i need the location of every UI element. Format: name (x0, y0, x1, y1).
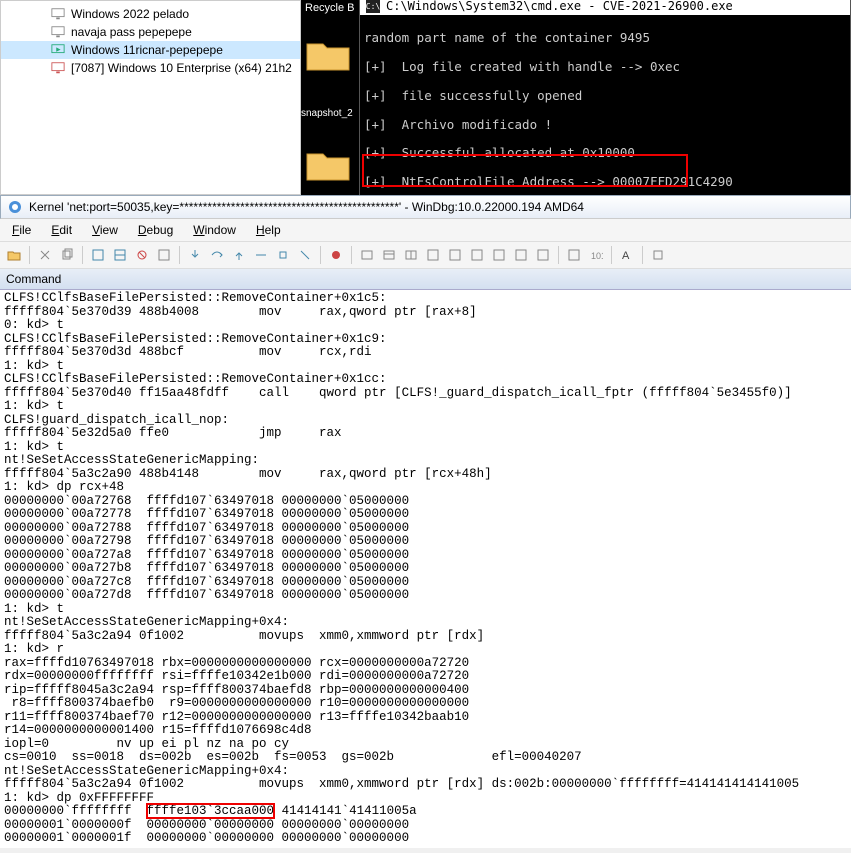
vm-label: Windows 11ricnar-pepepepe (71, 43, 223, 57)
tb-button[interactable] (533, 245, 553, 265)
breakpoint-button[interactable] (326, 245, 346, 265)
step-into-button[interactable] (185, 245, 205, 265)
vm-tree: Windows 2022 pelado navaja pass pepepepe… (0, 0, 301, 195)
display-play-icon (51, 43, 65, 57)
output-text: CLFS!CClfsBaseFilePersisted::RemoveConta… (4, 291, 799, 818)
display-off-icon (51, 61, 65, 75)
vm-item[interactable]: Windows 2022 pelado (1, 5, 300, 23)
tb-button[interactable] (423, 245, 443, 265)
tb-button[interactable] (110, 245, 130, 265)
cmd-titlebar[interactable]: C:\ C:\Windows\System32\cmd.exe - CVE-20… (360, 0, 850, 15)
tb-button[interactable] (295, 245, 315, 265)
cmd-title-text: C:\Windows\System32\cmd.exe - CVE-2021-2… (386, 0, 733, 13)
tb-button[interactable] (564, 245, 584, 265)
tb-button[interactable] (357, 245, 377, 265)
step-over-button[interactable] (207, 245, 227, 265)
separator (611, 246, 612, 264)
vm-label: Windows 2022 pelado (71, 7, 189, 21)
tb-button[interactable] (648, 245, 668, 265)
separator (82, 246, 83, 264)
cmd-icon: C:\ (366, 0, 380, 13)
menu-help[interactable]: Help (248, 221, 289, 239)
tb-button[interactable] (273, 245, 293, 265)
tb-button[interactable] (251, 245, 271, 265)
menu-file[interactable]: File (4, 221, 39, 239)
snapshot-label[interactable]: snapshot_2 (301, 108, 353, 119)
recycle-bin-label[interactable]: Recycle B (301, 0, 359, 16)
windbg-title-text: Kernel 'net:port=50035,key=*************… (29, 200, 584, 214)
vm-item[interactable]: navaja pass pepepepe (1, 23, 300, 41)
vm-item[interactable]: [7087] Windows 10 Enterprise (x64) 21h2 (1, 59, 300, 77)
separator (558, 246, 559, 264)
separator (642, 246, 643, 264)
tb-button[interactable]: 101 (586, 245, 606, 265)
cmd-line: [+] Log file created with handle --> 0xe… (364, 60, 846, 74)
vm-label: [7087] Windows 10 Enterprise (x64) 21h2 (71, 61, 292, 75)
tb-button[interactable] (401, 245, 421, 265)
separator (320, 246, 321, 264)
menu-view[interactable]: View (84, 221, 126, 239)
separator (29, 246, 30, 264)
highlight-box: ffffe103`3ccaa000 (147, 804, 275, 818)
tb-button[interactable] (489, 245, 509, 265)
tb-button[interactable] (379, 245, 399, 265)
menu-window[interactable]: Window (185, 221, 244, 239)
cmd-line: [+] file successfully opened (364, 89, 846, 103)
tb-button[interactable] (88, 245, 108, 265)
copy-button[interactable] (57, 245, 77, 265)
windbg-titlebar[interactable]: Kernel 'net:port=50035,key=*************… (0, 195, 851, 219)
step-out-button[interactable] (229, 245, 249, 265)
command-output[interactable]: CLFS!CClfsBaseFilePersisted::RemoveConta… (0, 290, 851, 848)
command-header: Command (0, 269, 851, 290)
folder-icon[interactable] (305, 148, 351, 182)
svg-text:A: A (622, 250, 630, 262)
tb-button[interactable] (154, 245, 174, 265)
menubar: File Edit View Debug Window Help (0, 219, 851, 242)
vm-label: navaja pass pepepepe (71, 25, 192, 39)
menu-edit[interactable]: Edit (43, 221, 80, 239)
cmd-window: C:\ C:\Windows\System32\cmd.exe - CVE-20… (359, 0, 851, 195)
separator (179, 246, 180, 264)
windbg-icon (7, 199, 23, 215)
menu-debug[interactable]: Debug (130, 221, 181, 239)
toolbar: 101 A (0, 242, 851, 269)
highlight-box (362, 154, 688, 187)
cut-button[interactable] (35, 245, 55, 265)
command-pane: Command CLFS!CClfsBaseFilePersisted::Rem… (0, 269, 851, 848)
tb-button[interactable] (445, 245, 465, 265)
open-button[interactable] (4, 245, 24, 265)
tb-button[interactable] (511, 245, 531, 265)
cmd-line: random part name of the container 9495 (364, 31, 846, 45)
vm-desktop: Recycle B snapshot_2 C:\ C:\Windows\Syst… (301, 0, 851, 195)
vm-item-selected[interactable]: Windows 11ricnar-pepepepe (1, 41, 300, 59)
separator (351, 246, 352, 264)
display-icon (51, 7, 65, 21)
svg-text:101: 101 (591, 251, 603, 261)
tb-button[interactable] (467, 245, 487, 265)
cmd-line: [+] Archivo modificado ! (364, 118, 846, 132)
font-button[interactable]: A (617, 245, 637, 265)
display-icon (51, 25, 65, 39)
folder-icon[interactable] (305, 38, 351, 72)
tb-button[interactable] (132, 245, 152, 265)
